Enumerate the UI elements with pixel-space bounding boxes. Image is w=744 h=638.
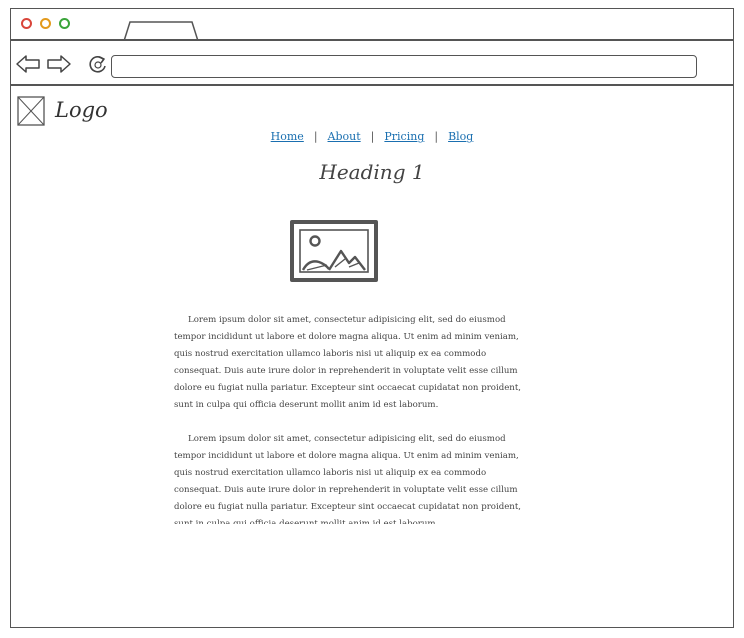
title-bar [11, 9, 733, 41]
paragraph: Lorem ipsum dolor sit amet, consectetur … [174, 434, 522, 524]
nav-link-blog[interactable]: Blog [448, 130, 473, 143]
close-dot-icon[interactable] [21, 18, 32, 29]
forward-arrow-icon[interactable] [46, 54, 72, 74]
back-arrow-icon[interactable] [15, 54, 41, 74]
nav-links: Home | About | Pricing | Blog [11, 130, 733, 143]
page-heading: Heading 1 [319, 160, 425, 184]
browser-tab[interactable] [123, 21, 199, 41]
maximize-dot-icon[interactable] [59, 18, 70, 29]
url-input[interactable] [111, 55, 697, 78]
body-text: Lorem ipsum dolor sit amet, consectetur … [174, 312, 532, 524]
nav-link-home[interactable]: Home [271, 130, 304, 143]
nav-separator: | [434, 130, 439, 143]
logo-placeholder-icon [17, 96, 45, 126]
logo-text[interactable]: Logo [55, 98, 108, 122]
address-bar [11, 41, 733, 86]
nav-separator: | [370, 130, 375, 143]
reload-icon[interactable] [87, 53, 109, 75]
nav-link-pricing[interactable]: Pricing [384, 130, 424, 143]
paragraph: Lorem ipsum dolor sit amet, consectetur … [174, 315, 522, 410]
minimize-dot-icon[interactable] [40, 18, 51, 29]
browser-window: Logo Home | About | Pricing | Blog Heading 1 L… [10, 8, 734, 628]
nav-separator: | [313, 130, 318, 143]
nav-link-about[interactable]: About [328, 130, 361, 143]
image-placeholder-icon [290, 220, 378, 282]
